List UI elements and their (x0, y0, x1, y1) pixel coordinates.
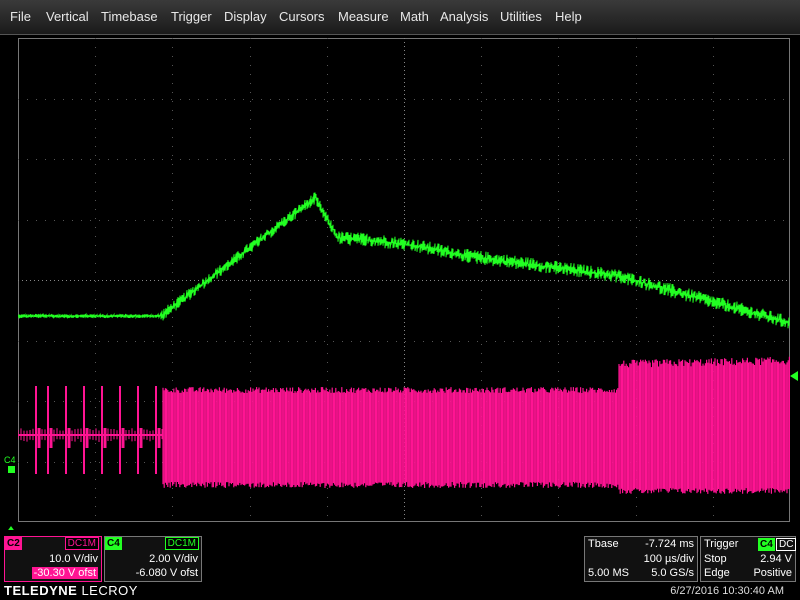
c2-label: C2 (5, 537, 22, 550)
c4-offset: -6.080 V ofst (135, 567, 198, 579)
timebase-delay: -7.724 ms (645, 538, 694, 550)
menu-help[interactable]: Help (555, 9, 582, 24)
c4-label: C4 (105, 537, 122, 550)
brand-bold: TELEDYNE (4, 583, 78, 598)
brand-light: LECROY (77, 583, 138, 598)
trace-c4 (18, 192, 790, 329)
c4-ground-marker[interactable]: C4 (4, 455, 16, 465)
c2-coupling: DC1M (64, 537, 99, 550)
timebase-tdiv: 100 µs/div (643, 553, 694, 565)
c4-coupling: DC1M (164, 537, 199, 550)
c2-offset: -30.30 V ofst (31, 567, 98, 579)
c2-descriptor-box[interactable]: C2 DC1M 10.0 V/div -30.30 V ofst (4, 536, 102, 582)
trigger-level: 2.94 V (760, 553, 792, 565)
menu-trigger[interactable]: Trigger (171, 9, 212, 24)
timebase-samples: 5.00 MS (588, 567, 629, 579)
c4-descriptor-box[interactable]: C4 DC1M 2.00 V/div -6.080 V ofst (104, 536, 202, 582)
timebase-label: Tbase (588, 538, 619, 550)
menu-analysis[interactable]: Analysis (440, 9, 488, 24)
timebase-descriptor-box[interactable]: Tbase -7.724 ms 100 µs/div 5.00 MS 5.0 G… (584, 536, 698, 582)
c4-marker-icon (8, 466, 15, 473)
datetime: 6/27/2016 10:30:40 AM (670, 585, 784, 597)
menu-bar: File Vertical Timebase Trigger Display C… (0, 0, 800, 35)
menu-utilities[interactable]: Utilities (500, 9, 542, 24)
trigger-level-icon (790, 371, 798, 381)
waveform-svg (18, 38, 790, 522)
trigger-mode: Stop (704, 553, 727, 565)
trigger-slope: Positive (753, 567, 792, 579)
brand-logo: TELEDYNE LECROY (4, 583, 138, 598)
trace-c2 (18, 356, 790, 494)
trigger-label: Trigger (704, 538, 739, 550)
menu-measure[interactable]: Measure (338, 9, 389, 24)
timebase-rate: 5.0 GS/s (651, 567, 694, 579)
waveform-display[interactable] (18, 38, 790, 522)
menu-display[interactable]: Display (224, 9, 267, 24)
trigger-source: C4 (758, 538, 775, 551)
menu-cursors[interactable]: Cursors (279, 9, 325, 24)
menu-file[interactable]: File (10, 9, 31, 24)
menu-timebase[interactable]: Timebase (101, 9, 158, 24)
c2-vdiv: 10.0 V/div (49, 553, 98, 565)
menu-vertical[interactable]: Vertical (46, 9, 89, 24)
trigger-type: Edge (704, 567, 730, 579)
trigger-coupling: DC (776, 538, 797, 551)
c4-vdiv: 2.00 V/div (149, 553, 198, 565)
trigger-descriptor-box[interactable]: Trigger C4 DC Stop 2.94 V Edge Positive (700, 536, 797, 582)
menu-math[interactable]: Math (400, 9, 429, 24)
